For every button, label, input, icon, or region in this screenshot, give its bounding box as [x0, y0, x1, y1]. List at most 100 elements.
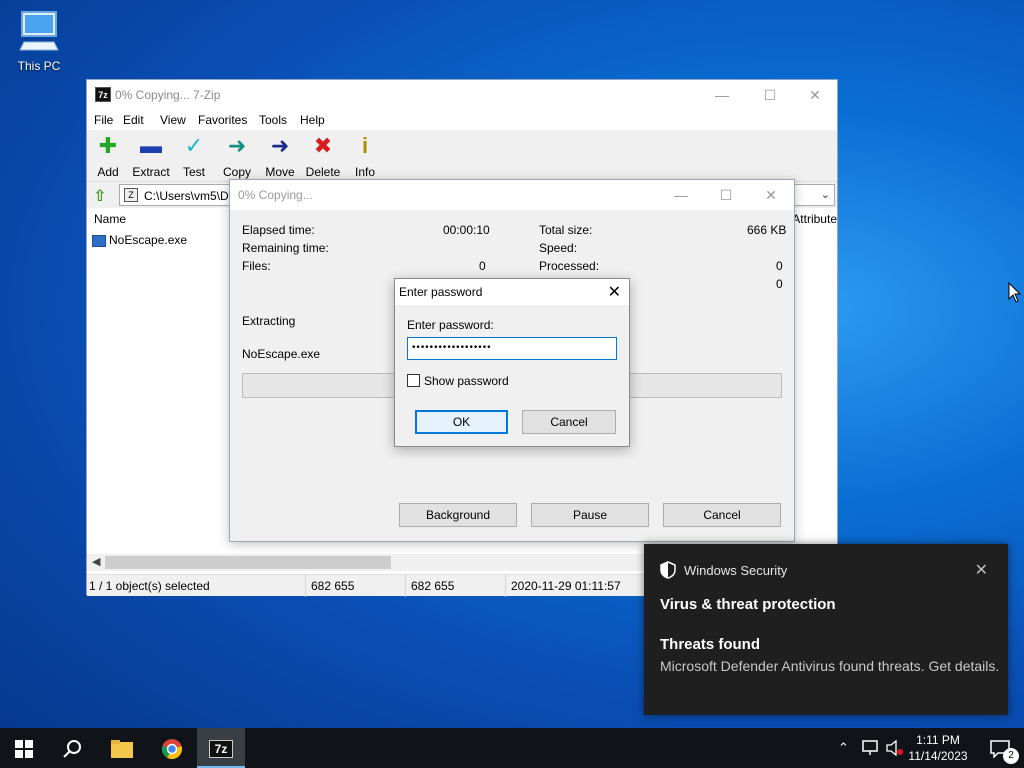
menu-bar: File Edit View Favorites Tools Help — [87, 110, 837, 130]
progress-title-bar[interactable]: 0% Copying... — ☐ ✕ — [230, 180, 794, 210]
extract-label: Extract — [132, 165, 170, 179]
background-button[interactable]: Background — [399, 503, 517, 527]
menu-help[interactable]: Help — [300, 113, 325, 127]
action-label: Extracting — [242, 314, 296, 328]
files-value: 0 — [479, 259, 486, 273]
speed-label: Speed: — [539, 241, 578, 255]
desktop-icon-label: This PC — [17, 59, 61, 73]
progress-minimize-button[interactable]: — — [670, 184, 692, 206]
7zip-taskbar-button[interactable]: 7z — [197, 728, 245, 768]
info-label: Info — [354, 165, 375, 179]
search-icon — [63, 739, 81, 758]
maximize-button[interactable]: ☐ — [759, 84, 781, 106]
password-dialog-title: Enter password — [399, 285, 483, 299]
start-button[interactable] — [0, 728, 48, 768]
scroll-left-icon[interactable]: ◀ — [92, 555, 100, 568]
close-icon[interactable]: ✕ — [608, 282, 621, 302]
clock-date: 11/14/2023 — [908, 749, 968, 763]
column-name[interactable]: Name — [94, 212, 126, 226]
menu-edit[interactable]: Edit — [123, 113, 144, 127]
processed-value: 0 — [776, 259, 783, 273]
path-value: C:\Users\vm5\De — [144, 189, 236, 203]
toolbar: ✚ Add ▬ Extract ✓ Test ➜ Copy ➜ Move ✖ D… — [87, 130, 837, 182]
close-button[interactable]: ✕ — [804, 84, 826, 106]
search-button[interactable] — [48, 728, 96, 768]
menu-favorites[interactable]: Favorites — [198, 113, 247, 127]
this-pc-desktop-icon[interactable]: This PC — [8, 8, 70, 73]
progress-close-button[interactable]: ✕ — [760, 184, 782, 206]
chrome-button[interactable] — [148, 728, 196, 768]
copy-label: Copy — [222, 165, 251, 179]
info-button[interactable]: i Info — [343, 133, 387, 179]
info-icon: i — [361, 133, 369, 158]
clock-time: 1:11 PM — [916, 733, 960, 747]
folder-up-icon[interactable]: ⇧ — [93, 186, 106, 206]
add-button[interactable]: ✚ Add — [86, 133, 130, 179]
copy-arrow-icon: ➜ — [227, 133, 247, 158]
mouse-cursor-icon — [1008, 282, 1022, 303]
scrollbar-thumb[interactable] — [105, 556, 391, 569]
extract-button[interactable]: ▬ Extract — [129, 133, 173, 179]
7zip-taskbar-icon: 7z — [209, 739, 233, 758]
add-label: Add — [97, 165, 119, 179]
menu-view[interactable]: View — [160, 113, 186, 127]
windows-security-toast[interactable]: Windows Security ✕ Virus & threat protec… — [644, 544, 1008, 715]
password-input[interactable]: •••••••••••••••••• — [407, 337, 617, 360]
move-button[interactable]: ➜ Move — [258, 133, 302, 179]
show-password-label[interactable]: Show password — [424, 374, 509, 388]
action-center-button[interactable]: 2 — [976, 728, 1024, 768]
delete-button[interactable]: ✖ Delete — [301, 133, 345, 179]
exe-file-icon — [92, 234, 106, 247]
elapsed-label: Elapsed time: — [242, 223, 315, 237]
windows-logo-icon — [15, 739, 33, 758]
status-packed: 682 655 — [411, 579, 455, 593]
toast-heading: Virus & threat protection — [660, 596, 836, 613]
menu-tools[interactable]: Tools — [259, 113, 287, 127]
taskbar: 7z ⌃ 1:11 PM 11/14/2023 2 — [0, 728, 1024, 768]
folder-icon — [111, 739, 133, 758]
progress-cancel-button[interactable]: Cancel — [663, 503, 781, 527]
list-item[interactable]: NoEscape.exe — [92, 233, 187, 251]
copy-button[interactable]: ➜ Copy — [215, 133, 259, 179]
column-attributes[interactable]: Attribute — [792, 212, 837, 226]
progress-maximize-button[interactable]: ☐ — [715, 184, 737, 206]
test-button[interactable]: ✓ Test — [172, 133, 216, 179]
move-arrow-icon: ➜ — [270, 133, 290, 158]
total-size-label: Total size: — [539, 223, 593, 237]
status-size: 682 655 — [311, 579, 355, 593]
current-file: NoEscape.exe — [242, 347, 321, 361]
ok-button[interactable]: OK — [415, 410, 508, 434]
files-label: Files: — [242, 259, 271, 273]
chevron-up-icon[interactable]: ⌃ — [838, 728, 849, 768]
remaining-label: Remaining time: — [242, 241, 329, 255]
toast-app-name: Windows Security — [684, 563, 788, 578]
menu-file[interactable]: File — [94, 113, 113, 127]
delete-x-icon: ✖ — [313, 133, 333, 158]
password-cancel-button[interactable]: Cancel — [522, 410, 616, 434]
7zip-app-icon: 7z — [95, 87, 111, 102]
password-dialog: Enter password ✕ Enter password: •••••••… — [394, 278, 630, 447]
system-clock[interactable]: 1:11 PM 11/14/2023 — [898, 732, 978, 764]
network-icon[interactable] — [862, 740, 880, 756]
pause-button[interactable]: Pause — [531, 503, 649, 527]
password-title-bar[interactable]: Enter password ✕ — [395, 279, 629, 305]
elapsed-value: 00:00:10 — [443, 223, 490, 237]
move-label: Move — [265, 165, 295, 179]
title-bar[interactable]: 7z 0% Copying... 7-Zip — ☐ ✕ — [87, 80, 837, 110]
notification-count-badge: 2 — [1003, 748, 1019, 764]
status-selected: 1 / 1 object(s) selected — [89, 579, 210, 593]
total-size-value: 666 KB — [747, 223, 787, 237]
show-password-checkbox[interactable] — [407, 374, 420, 387]
computer-icon — [19, 11, 59, 51]
toast-body: Microsoft Defender Antivirus found threa… — [660, 658, 1000, 674]
chrome-icon — [162, 738, 182, 759]
checkmark-icon: ✓ — [184, 133, 204, 158]
status-modified: 2020-11-29 01:11:57 — [511, 579, 621, 593]
toast-close-icon[interactable]: ✕ — [975, 560, 988, 580]
window-title: 0% Copying... 7-Zip — [115, 88, 221, 102]
delete-label: Delete — [305, 165, 341, 179]
file-explorer-button[interactable] — [98, 728, 146, 768]
minimize-button[interactable]: — — [711, 84, 733, 106]
processed-label: Processed: — [539, 259, 600, 273]
chevron-down-icon[interactable]: ⌄ — [821, 188, 830, 201]
